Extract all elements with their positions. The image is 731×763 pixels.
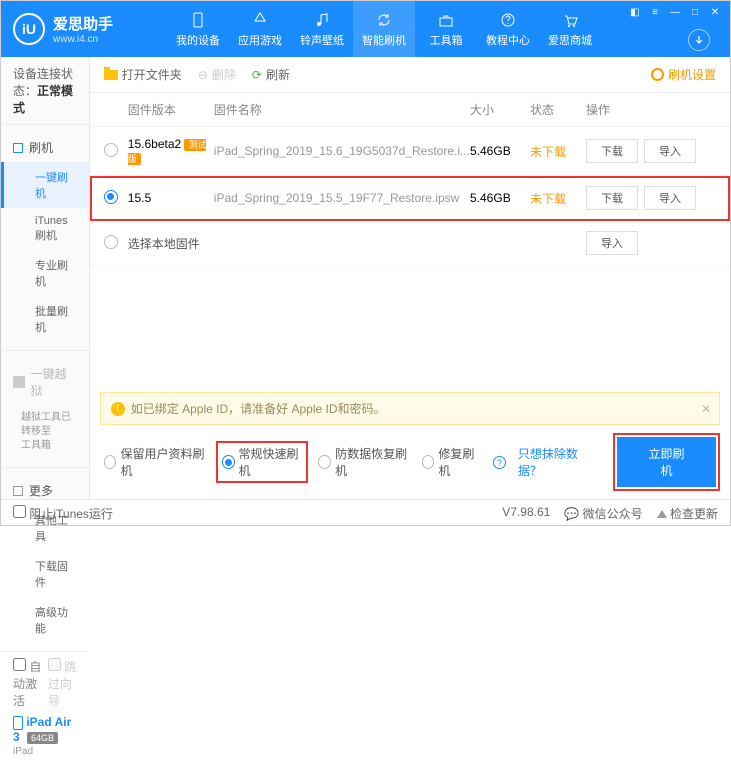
nav-toolbox[interactable]: 工具箱 [415,1,477,57]
help-icon [499,11,517,29]
mode-option-1[interactable]: 常规快速刷机 [218,443,307,481]
mode-radio-2[interactable] [318,455,331,469]
sidebar-item-more-1[interactable]: 下载固件 [1,551,89,597]
device-icon [13,716,23,730]
nav-app[interactable]: 应用游戏 [229,1,291,57]
storage-badge: 64GB [27,732,58,744]
folder-icon [104,70,118,80]
download-button-0[interactable]: 下载 [586,139,638,163]
content-area: 打开文件夹 ⊖删除 ⟳刷新 刷机设置 固件版本 固件名称 大小 状态 操作 15… [90,57,730,499]
wechat-icon: 💬 [564,507,579,521]
version-label: V7.98.61 [502,505,550,522]
connection-status: 设备连接状态：正常模式 [1,57,89,125]
mode-option-2[interactable]: 防数据恢复刷机 [318,445,409,479]
sidebar-flash-header[interactable]: 刷机 [1,133,89,162]
download-manager-button[interactable] [688,29,710,51]
mode-radio-3[interactable] [422,455,435,469]
skip-guide-checkbox[interactable]: 跳过向导 [48,658,77,709]
sidebar: 设备连接状态：正常模式 刷机 一键刷机iTunes刷机专业刷机批量刷机 一键越狱… [1,57,90,499]
mode-option-0[interactable]: 保留用户资料刷机 [104,445,206,479]
window-controls: ◧ ≡ — □ ✕ [626,5,724,19]
titlebar: iU 爱思助手 www.i4.cn 我的设备应用游戏铃声壁纸智能刷机工具箱教程中… [1,1,730,57]
firmware-row[interactable]: 15.6beta2测试版iPad_Spring_2019_15.6_19G503… [90,127,730,176]
flash-mode-row: 保留用户资料刷机常规快速刷机防数据恢复刷机修复刷机? 只想抹除数据？ 立即刷机 [90,425,730,499]
radio-local[interactable] [104,235,118,249]
nav-help[interactable]: 教程中心 [477,1,539,57]
sidebar-item-flash-2[interactable]: 专业刷机 [1,250,89,296]
maximize-button[interactable]: □ [686,5,704,19]
local-firmware-row[interactable]: 选择本地固件 导入 [90,221,730,266]
download-button-1[interactable]: 下载 [586,186,638,210]
theme-button[interactable]: ◧ [626,5,644,19]
info-icon[interactable]: ? [493,455,506,470]
nav-phone[interactable]: 我的设备 [167,1,229,57]
music-icon [313,11,331,29]
menu-button[interactable]: ≡ [646,5,664,19]
nav-cart[interactable]: 爱思商城 [539,1,601,57]
flash-icon [13,143,23,153]
close-button[interactable]: ✕ [706,5,724,19]
import-button-0[interactable]: 导入 [644,139,696,163]
auto-activate-checkbox[interactable]: 自动激活 [13,658,42,709]
gear-icon [651,68,664,81]
brand-url: www.i4.cn [53,34,113,45]
logo-area: iU 爱思助手 www.i4.cn [1,13,167,45]
toolbox-icon [437,11,455,29]
phone-icon [189,11,207,29]
lock-icon [13,376,25,388]
sidebar-more-header[interactable]: 更多 [1,476,89,505]
firmware-row[interactable]: 15.5iPad_Spring_2019_15.5_19F77_Restore.… [90,176,730,221]
app-icon [251,11,269,29]
flash-now-button[interactable]: 立即刷机 [617,437,716,487]
radio-firmware-1[interactable] [104,190,118,204]
logo-icon: iU [13,13,45,45]
minimize-button[interactable]: — [666,5,684,19]
delete-button: ⊖删除 [198,66,236,83]
nav-refresh[interactable]: 智能刷机 [353,1,415,57]
brand-name: 爱思助手 [53,13,113,34]
delete-icon: ⊖ [198,68,208,82]
flash-settings-button[interactable]: 刷机设置 [651,66,716,83]
sidebar-item-more-2[interactable]: 高级功能 [1,597,89,643]
block-itunes-checkbox[interactable]: 阻止iTunes运行 [13,505,113,522]
sidebar-item-flash-0[interactable]: 一键刷机 [1,162,89,208]
alert-close-button[interactable]: ✕ [701,402,711,416]
check-update-link[interactable]: 检查更新 [657,505,718,522]
erase-data-link[interactable]: 只想抹除数据？ [518,445,593,479]
mode-radio-1[interactable] [222,455,235,469]
mode-radio-0[interactable] [104,455,117,469]
toolbar: 打开文件夹 ⊖删除 ⟳刷新 刷机设置 [90,57,730,93]
sidebar-item-flash-3[interactable]: 批量刷机 [1,296,89,342]
device-type: iPad [13,746,77,757]
open-folder-button[interactable]: 打开文件夹 [104,66,182,83]
refresh-button[interactable]: ⟳刷新 [252,66,290,83]
appleid-alert: ! 如已绑定 Apple ID，请准备好 Apple ID和密码。 ✕ [100,392,720,425]
sidebar-jailbreak-header[interactable]: 一键越狱 [1,359,89,405]
nav-music[interactable]: 铃声壁纸 [291,1,353,57]
cart-icon [561,11,579,29]
table-header: 固件版本 固件名称 大小 状态 操作 [90,93,730,127]
import-button-1[interactable]: 导入 [644,186,696,210]
more-icon [13,486,23,496]
radio-firmware-0[interactable] [104,143,118,157]
update-icon [657,510,667,518]
statusbar: 阻止iTunes运行 V7.98.61 💬 微信公众号 检查更新 [1,499,730,526]
jailbreak-note: 越狱工具已转移至 工具箱 [1,405,89,459]
warning-icon: ! [111,402,125,416]
device-panel: 自动激活 跳过向导 iPad Air 3 64GB iPad [1,651,89,763]
refresh-icon [375,11,393,29]
sidebar-item-flash-1[interactable]: iTunes刷机 [1,208,89,250]
import-local-button[interactable]: 导入 [586,231,638,255]
refresh-icon: ⟳ [252,68,262,82]
wechat-link[interactable]: 💬 微信公众号 [564,505,642,522]
mode-option-3[interactable]: 修复刷机 [422,445,481,479]
